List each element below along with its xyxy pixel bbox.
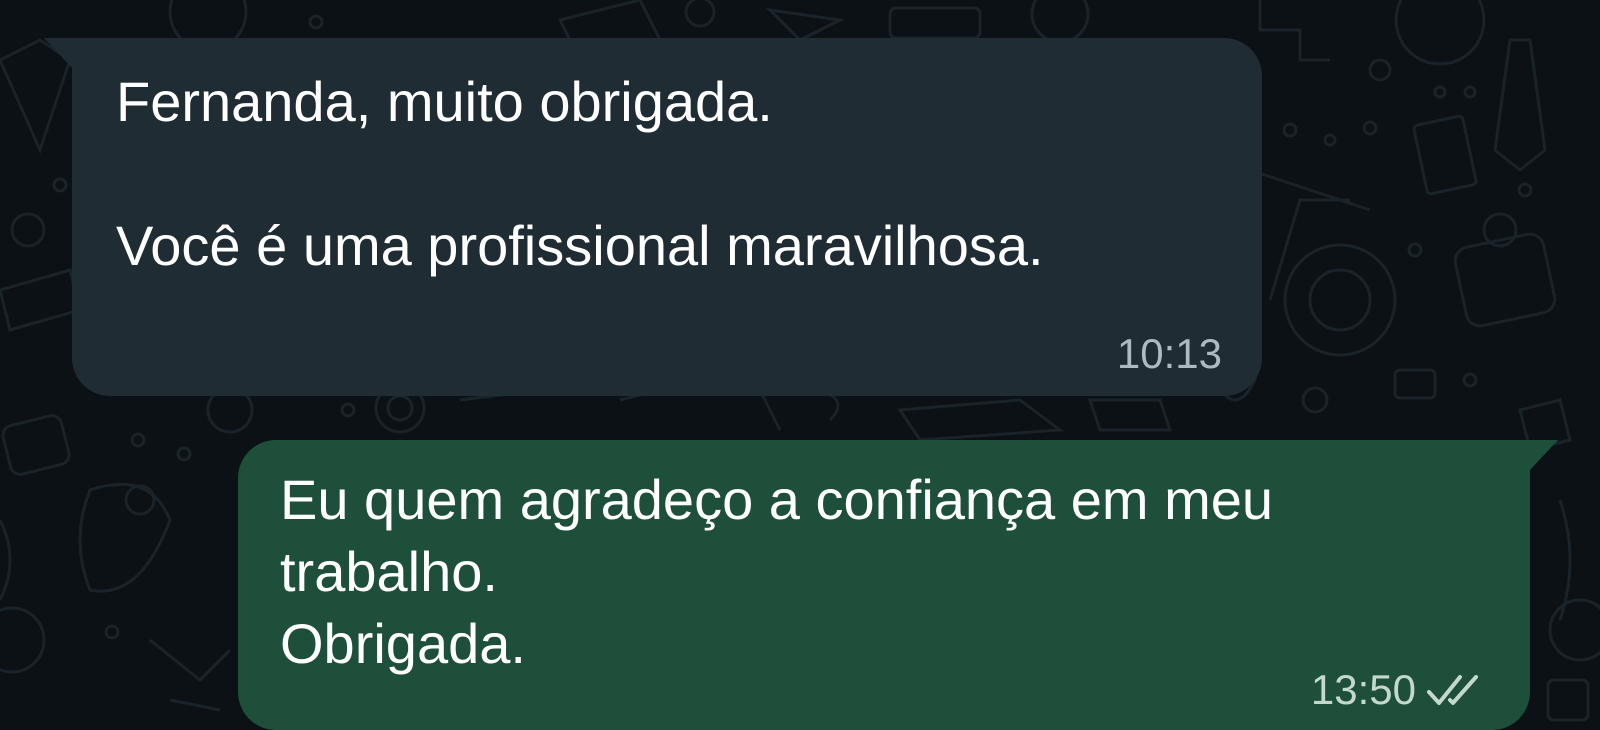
double-check-read-icon [1426, 670, 1486, 710]
message-text: Fernanda, muito obrigada. Você é uma pro… [116, 70, 1044, 277]
bubble-tail [1530, 440, 1558, 470]
bubble-tail [44, 38, 72, 68]
message-timestamp: 13:50 [1310, 666, 1416, 713]
message-text: Eu quem agradeço a confiança em meu trab… [280, 468, 1274, 675]
message-meta: 13:50 [1311, 666, 1486, 714]
outgoing-message-bubble[interactable]: Eu quem agradeço a confiança em meu trab… [238, 440, 1558, 730]
message-meta: 10:13 [1117, 330, 1222, 378]
incoming-message-bubble[interactable]: Fernanda, muito obrigada. Você é uma pro… [44, 38, 1262, 396]
message-timestamp: 10:13 [1116, 330, 1222, 377]
